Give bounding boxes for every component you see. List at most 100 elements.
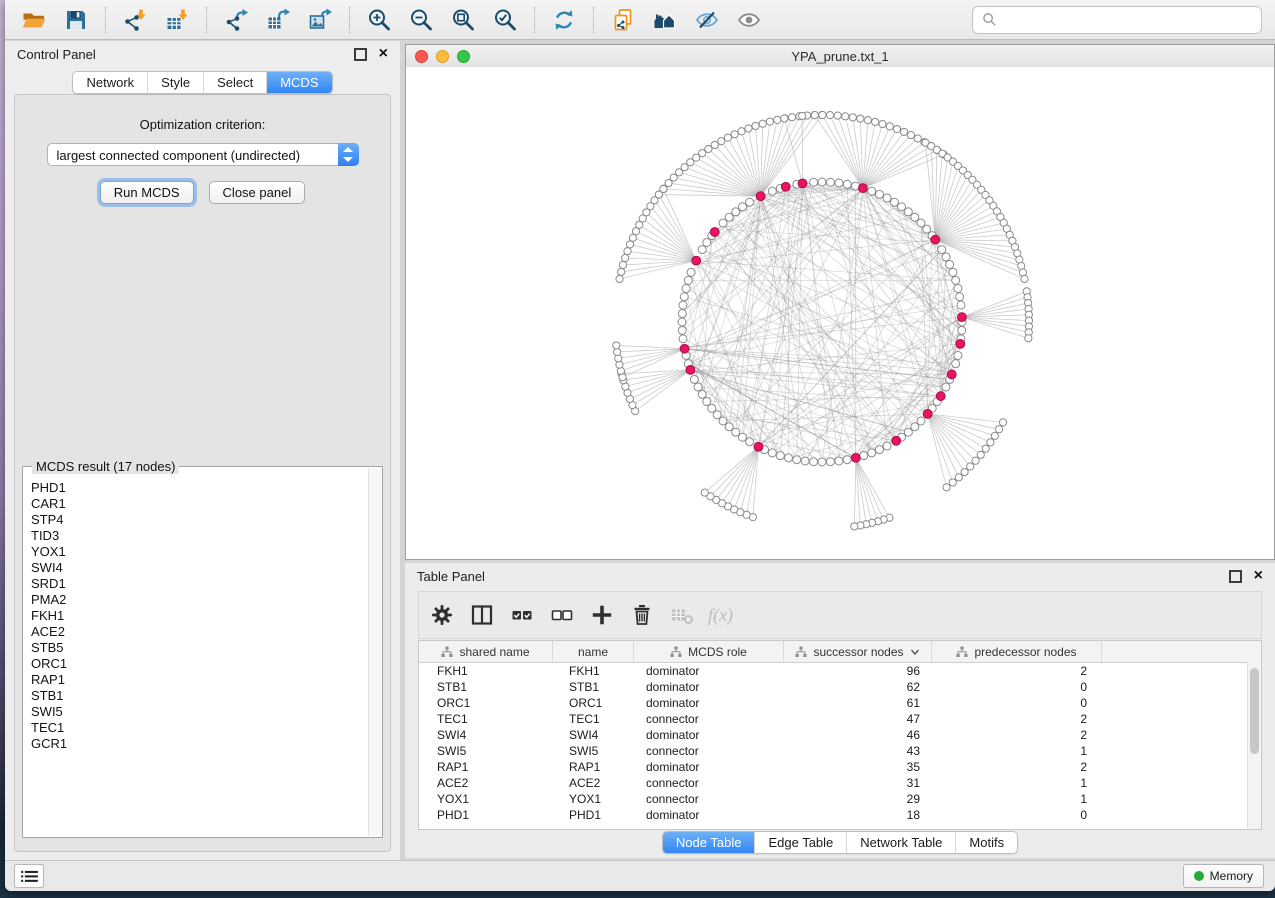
show-column-panel-button[interactable] (469, 602, 495, 628)
mcds-result-item[interactable]: CAR1 (31, 496, 368, 512)
table-row[interactable]: TEC1TEC1connector472 (419, 711, 1261, 727)
column-header-mcds-role[interactable]: MCDS role (634, 641, 784, 662)
delete-table-button[interactable] (669, 602, 695, 628)
sort-desc-icon (910, 648, 920, 656)
zoom-out-button[interactable] (408, 7, 434, 33)
mcds-result-item[interactable]: STB1 (31, 688, 368, 704)
tab-select[interactable]: Select (203, 72, 266, 93)
mcds-result-item[interactable]: STP4 (31, 512, 368, 528)
table-column-icon (441, 646, 453, 658)
apply-layout-button[interactable] (551, 7, 577, 33)
zoom-selected-button[interactable] (492, 7, 518, 33)
table-settings-button[interactable] (429, 602, 455, 628)
control-panel-title: Control Panel (5, 47, 354, 62)
export-table-button[interactable] (265, 7, 291, 33)
first-neighbors-button[interactable] (652, 7, 678, 33)
column-header-shared-name[interactable]: shared name (419, 641, 553, 662)
table-tab-edge-table[interactable]: Edge Table (754, 832, 846, 853)
search-box[interactable] (972, 6, 1262, 34)
close-window-icon[interactable] (415, 50, 428, 63)
optimization-criterion-label: Optimization criterion: (15, 117, 390, 132)
table-tab-node-table[interactable]: Node Table (663, 832, 755, 853)
import-table-button[interactable] (164, 7, 190, 33)
table-body: FKH1FKH1dominator962STB1STB1dominator620… (419, 663, 1261, 823)
task-history-button[interactable] (14, 864, 44, 888)
mcds-result-item[interactable]: GCR1 (31, 736, 368, 752)
table-cell: SWI4 (419, 727, 553, 743)
mcds-result-item[interactable]: ACE2 (31, 624, 368, 640)
mcds-result-item[interactable]: PMA2 (31, 592, 368, 608)
mcds-result-scrollbar[interactable] (368, 468, 381, 836)
status-bar: Memory (5, 860, 1275, 891)
mcds-result-item[interactable]: YOX1 (31, 544, 368, 560)
optimization-criterion-dropdown[interactable]: largest connected component (undirected) (47, 143, 359, 166)
mcds-result-item[interactable]: TEC1 (31, 720, 368, 736)
table-row[interactable]: FKH1FKH1dominator962 (419, 663, 1261, 679)
table-tab-motifs[interactable]: Motifs (955, 832, 1017, 853)
select-all-button[interactable] (509, 602, 535, 628)
new-network-from-selection-button[interactable] (610, 7, 636, 33)
table-row[interactable]: YOX1YOX1connector291 (419, 791, 1261, 807)
column-header-name[interactable]: name (553, 641, 634, 662)
save-session-button[interactable] (63, 7, 89, 33)
export-network-button[interactable] (223, 7, 249, 33)
float-table-panel-icon[interactable] (1229, 570, 1242, 583)
table-row[interactable]: SWI4SWI4dominator462 (419, 727, 1261, 743)
deselect-all-button[interactable] (549, 602, 575, 628)
run-mcds-button[interactable]: Run MCDS (100, 181, 194, 204)
delete-selected-button[interactable] (629, 602, 655, 628)
mcds-result-item[interactable]: PHD1 (31, 480, 368, 496)
network-canvas[interactable] (406, 67, 1274, 559)
search-input[interactable] (1003, 9, 1261, 31)
mcds-result-item[interactable]: TID3 (31, 528, 368, 544)
table-scrollbar[interactable] (1247, 662, 1261, 829)
add-column-button[interactable] (589, 602, 615, 628)
import-network-button[interactable] (122, 7, 148, 33)
table-panel-title: Table Panel (405, 569, 1229, 584)
tab-style[interactable]: Style (147, 72, 203, 93)
zoom-in-button[interactable] (366, 7, 392, 33)
export-table-icon (266, 8, 290, 32)
mcds-result-item[interactable]: FKH1 (31, 608, 368, 624)
table-row[interactable]: PHD1PHD1dominator180 (419, 807, 1261, 823)
close-panel-button[interactable]: Close panel (209, 181, 306, 204)
mcds-result-item[interactable]: SRD1 (31, 576, 368, 592)
eye-icon (737, 8, 761, 32)
mcds-result-item[interactable]: STB5 (31, 640, 368, 656)
mcds-result-item[interactable]: SWI4 (31, 560, 368, 576)
function-builder-icon[interactable]: f(x) (708, 605, 733, 626)
table-row[interactable]: RAP1RAP1dominator352 (419, 759, 1261, 775)
hide-selected-button[interactable] (694, 7, 720, 33)
network-nodes[interactable] (613, 111, 1033, 530)
close-panel-icon[interactable]: × (379, 49, 388, 59)
table-row[interactable]: SWI5SWI5connector431 (419, 743, 1261, 759)
minimize-window-icon[interactable] (436, 50, 449, 63)
import-table-icon (165, 8, 189, 32)
table-row[interactable]: STB1STB1dominator620 (419, 679, 1261, 695)
dropdown-stepper-icon[interactable] (338, 143, 359, 166)
column-header-filler (1102, 641, 1261, 662)
float-panel-icon[interactable] (354, 48, 367, 61)
table-cell: RAP1 (419, 759, 553, 775)
table-tab-network-table[interactable]: Network Table (846, 832, 955, 853)
maximize-window-icon[interactable] (457, 50, 470, 63)
network-graph[interactable] (406, 67, 1274, 559)
mcds-result-item[interactable]: SWI5 (31, 704, 368, 720)
show-all-button[interactable] (736, 7, 762, 33)
column-header-successor-nodes[interactable]: successor nodes (784, 641, 932, 662)
zoom-fit-button[interactable] (450, 7, 476, 33)
column-header-predecessor-nodes[interactable]: predecessor nodes (932, 641, 1102, 662)
table-row[interactable]: ACE2ACE2connector311 (419, 775, 1261, 791)
close-table-panel-icon[interactable]: × (1254, 571, 1263, 581)
tab-mcds[interactable]: MCDS (266, 72, 331, 93)
tab-network[interactable]: Network (73, 72, 147, 93)
mcds-result-item[interactable]: RAP1 (31, 672, 368, 688)
mcds-result-item[interactable]: ORC1 (31, 656, 368, 672)
open-session-button[interactable] (21, 7, 47, 33)
table-column-icon (956, 646, 968, 658)
memory-button[interactable]: Memory (1183, 864, 1264, 888)
table-scrollbar-thumb[interactable] (1250, 668, 1259, 754)
export-image-button[interactable] (307, 7, 333, 33)
table-row[interactable]: ORC1ORC1dominator610 (419, 695, 1261, 711)
zoom-out-icon (409, 8, 433, 32)
